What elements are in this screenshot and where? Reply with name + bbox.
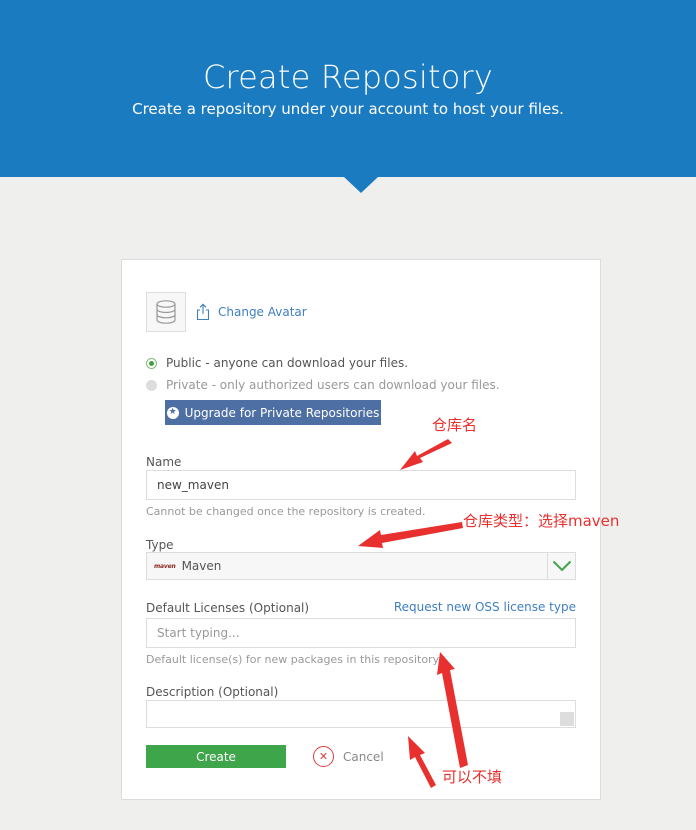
header-pointer (344, 177, 378, 193)
request-license-link[interactable]: Request new OSS license type (394, 600, 576, 614)
type-label: Type (146, 538, 174, 552)
create-button[interactable]: Create (146, 745, 286, 768)
cancel-button[interactable]: ✕ Cancel (313, 746, 384, 767)
repository-avatar[interactable] (146, 292, 186, 332)
resize-grip[interactable] (560, 712, 574, 726)
public-radio-label: Public - anyone can download your files. (166, 356, 409, 370)
description-label: Description (Optional) (146, 685, 279, 699)
chevron-down-icon (552, 560, 571, 572)
cancel-label: Cancel (343, 749, 384, 764)
annotation-repo-type: 仓库类型：选择maven (463, 512, 620, 530)
type-dropdown-toggle[interactable] (547, 553, 575, 579)
licenses-label: Default Licenses (Optional) (146, 601, 310, 615)
name-input[interactable]: new_maven (146, 470, 576, 500)
licenses-input[interactable]: Start typing... (146, 618, 576, 648)
maven-logo: maven (154, 562, 176, 570)
type-select[interactable]: maven Maven (146, 552, 576, 580)
public-radio[interactable] (146, 357, 157, 369)
type-select-value: Maven (181, 559, 222, 573)
change-avatar-link[interactable]: Change Avatar (196, 300, 307, 324)
header-banner: Create Repository Create a repository un… (0, 0, 696, 177)
page-title: Create Repository (202, 58, 494, 96)
name-label: Name (146, 455, 182, 469)
upload-icon (196, 303, 210, 321)
annotation-optional: 可以不填 (442, 768, 503, 786)
name-help-text: Cannot be changed once the repository is… (146, 505, 426, 518)
page-subtitle: Create a repository under your account t… (132, 100, 564, 118)
change-avatar-label: Change Avatar (218, 305, 307, 319)
upgrade-button-label: Upgrade for Private Repositories (184, 405, 380, 420)
database-icon (156, 300, 176, 324)
upgrade-private-button[interactable]: ★ Upgrade for Private Repositories (165, 400, 381, 425)
private-radio[interactable] (146, 379, 157, 391)
visibility-public-option[interactable]: Public - anyone can download your files. (146, 356, 408, 370)
private-radio-label: Private - only authorized users can down… (166, 378, 500, 392)
visibility-private-option[interactable]: Private - only authorized users can down… (146, 378, 500, 392)
close-icon: ✕ (313, 746, 334, 767)
description-textarea[interactable] (146, 700, 576, 728)
licenses-help-text: Default license(s) for new packages in t… (146, 653, 442, 666)
star-icon: ★ (166, 406, 179, 419)
annotation-repo-name: 仓库名 (432, 416, 478, 434)
